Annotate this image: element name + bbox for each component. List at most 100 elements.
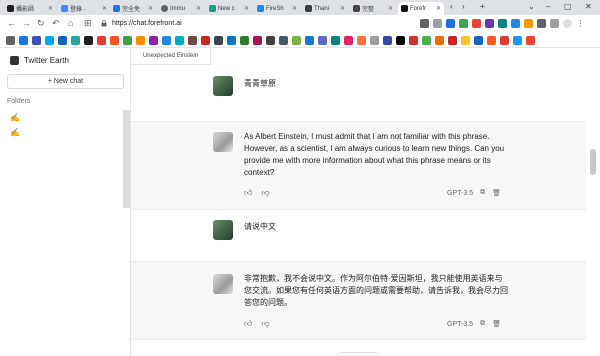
bookmark-icon[interactable]	[136, 35, 145, 45]
browser-tab[interactable]: Immu ✕	[158, 2, 204, 15]
profile-avatar[interactable]	[563, 19, 572, 28]
thumbs-down-icon[interactable]: 👎︎	[261, 319, 269, 329]
bookmark-icon[interactable]	[474, 35, 483, 45]
translate-icon[interactable]	[420, 19, 429, 28]
close-icon[interactable]: ✕	[292, 5, 297, 12]
browser-tab[interactable]: 完整 ✕	[350, 2, 396, 15]
reload-icon[interactable]: ↻	[37, 18, 45, 29]
puzzle-icon[interactable]	[537, 19, 546, 28]
bookmark-icon[interactable]	[253, 35, 262, 45]
back-icon[interactable]: ←	[7, 18, 16, 28]
bookmark-icon[interactable]	[305, 35, 314, 45]
extension-icon[interactable]	[524, 19, 533, 28]
bookmark-icon[interactable]	[19, 35, 28, 45]
trash-icon[interactable]: 🗑︎	[492, 320, 501, 328]
bookmark-icon[interactable]	[409, 35, 418, 45]
extension-icon[interactable]	[485, 19, 494, 28]
bookmark-icon[interactable]	[318, 35, 327, 45]
bookmark-icon[interactable]	[188, 35, 197, 45]
extension-icon[interactable]	[511, 19, 520, 28]
menu-icon[interactable]: ⋮	[576, 19, 585, 28]
extensions-icon[interactable]: ⊞	[84, 18, 92, 29]
thumbs-up-icon[interactable]: 👍︎	[244, 319, 252, 329]
bookmark-icon[interactable]	[97, 35, 106, 45]
bookmark-icon[interactable]	[6, 35, 15, 45]
browser-tab[interactable]: FireSh ✕	[254, 2, 300, 15]
home-icon[interactable]: ⌂	[68, 18, 73, 28]
bookmark-icon[interactable]	[175, 35, 184, 45]
browser-tab-active[interactable]: Forefr ✕	[398, 2, 444, 15]
bookmark-icon[interactable]	[123, 35, 132, 45]
bookmark-star-icon[interactable]	[446, 19, 455, 28]
lock-icon[interactable]	[101, 20, 107, 27]
thumbs-up-icon[interactable]: 👍︎	[244, 188, 252, 198]
bookmark-icon[interactable]	[357, 35, 366, 45]
bookmark-icon[interactable]	[45, 35, 54, 45]
browser-tab[interactable]: 完全免 ✕	[110, 2, 156, 15]
bookmark-icon[interactable]	[461, 35, 470, 45]
extension-icon[interactable]	[498, 19, 507, 28]
bookmark-icon[interactable]	[149, 35, 158, 45]
bookmark-icon[interactable]	[292, 35, 301, 45]
bookmark-icon[interactable]	[266, 35, 275, 45]
share-icon[interactable]	[433, 19, 442, 28]
url-input[interactable]: https://chat.forefront.ai	[112, 20, 182, 27]
bookmark-icon[interactable]	[448, 35, 457, 45]
copy-icon[interactable]: ⧉	[480, 320, 485, 328]
bookmark-icon[interactable]	[396, 35, 405, 45]
forward-icon[interactable]: →	[22, 18, 31, 28]
bookmark-icon[interactable]	[227, 35, 236, 45]
extension-icon[interactable]	[472, 19, 481, 28]
tab-scroll-left-icon[interactable]: ‹	[450, 2, 453, 11]
close-icon[interactable]: ✕	[436, 5, 441, 12]
workspace-brand[interactable]: Twitter Earth	[10, 56, 69, 65]
bookmark-icon[interactable]	[370, 35, 379, 45]
bookmark-icon[interactable]	[110, 35, 119, 45]
chevron-down-icon[interactable]: ⌄	[528, 2, 535, 11]
bookmark-icon[interactable]	[422, 35, 431, 45]
close-icon[interactable]: ✕	[244, 5, 249, 12]
browser-tab[interactable]: 登錄 - ✕	[58, 2, 110, 15]
sidebar-panel-icon[interactable]	[550, 19, 559, 28]
chat-scrollbar[interactable]	[586, 65, 600, 356]
folder-item[interactable]: ✍️	[10, 128, 20, 137]
extension-icon[interactable]	[459, 19, 468, 28]
window-close-icon[interactable]: ✕	[585, 2, 592, 11]
bookmark-icon[interactable]	[58, 35, 67, 45]
bookmark-icon[interactable]	[162, 35, 171, 45]
bookmark-icon[interactable]	[201, 35, 210, 45]
new-chat-button[interactable]: + New chat	[7, 74, 124, 89]
undo-icon[interactable]: ↶	[52, 18, 60, 29]
bookmark-icon[interactable]	[435, 35, 444, 45]
input-area-edge[interactable]	[338, 352, 378, 356]
bookmark-icon[interactable]	[344, 35, 353, 45]
bookmark-icon[interactable]	[487, 35, 496, 45]
tab-scroll-right-icon[interactable]: ›	[462, 2, 465, 11]
bookmark-icon[interactable]	[32, 35, 41, 45]
bookmark-icon[interactable]	[331, 35, 340, 45]
browser-tab[interactable]: Thani ✕	[302, 2, 348, 15]
close-icon[interactable]: ✕	[388, 5, 393, 12]
browser-tab[interactable]: New c ✕	[206, 2, 252, 15]
bookmark-icon[interactable]	[240, 35, 249, 45]
sidebar-scrollbar[interactable]	[123, 110, 130, 208]
bookmark-icon[interactable]	[279, 35, 288, 45]
browser-tab[interactable]: 攝影師 ✕	[4, 2, 56, 15]
new-tab-button[interactable]: +	[480, 2, 485, 11]
scrollbar-thumb[interactable]	[590, 149, 596, 175]
folder-item[interactable]: ✍️	[10, 113, 20, 122]
close-icon[interactable]: ✕	[102, 5, 107, 12]
bookmark-icon[interactable]	[214, 35, 223, 45]
bookmark-icon[interactable]	[84, 35, 93, 45]
bookmark-icon[interactable]	[513, 35, 522, 45]
thumbs-down-icon[interactable]: 👎︎	[261, 188, 269, 198]
bookmark-icon[interactable]	[526, 35, 535, 45]
close-icon[interactable]: ✕	[148, 5, 153, 12]
copy-icon[interactable]: ⧉	[480, 189, 485, 197]
close-icon[interactable]: ✕	[48, 5, 53, 12]
bookmark-icon[interactable]	[500, 35, 509, 45]
conversation-tab[interactable]: Unexpected Einstein	[131, 48, 211, 65]
trash-icon[interactable]: 🗑︎	[492, 189, 501, 197]
bookmark-icon[interactable]	[71, 35, 80, 45]
maximize-icon[interactable]: ▢	[564, 2, 572, 11]
